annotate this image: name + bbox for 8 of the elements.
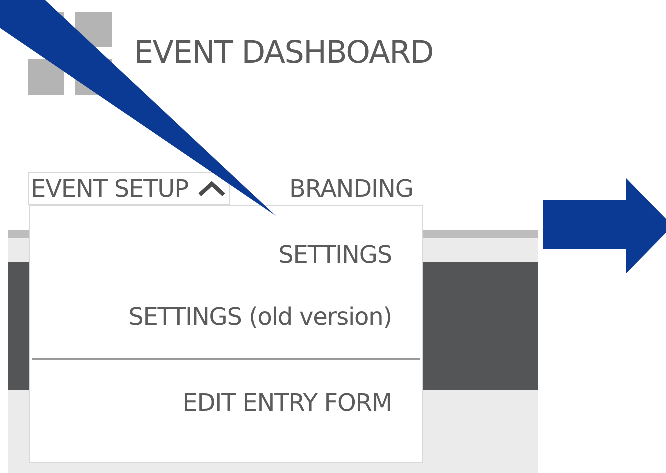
- nav-tab[interactable]: EVENT SETUP: [28, 172, 230, 205]
- caret-icon: [196, 180, 226, 196]
- menu-item[interactable]: SETTINGS: [30, 224, 422, 286]
- menu-item[interactable]: SETTINGS (old version): [30, 286, 422, 348]
- nav-tab[interactable]: BRANDING: [290, 172, 414, 205]
- menu-item[interactable]: EDIT ENTRY FORM: [30, 372, 422, 434]
- right-arrow-icon: [543, 178, 666, 274]
- dashboard-title: EVENT DASHBOARD: [134, 34, 434, 74]
